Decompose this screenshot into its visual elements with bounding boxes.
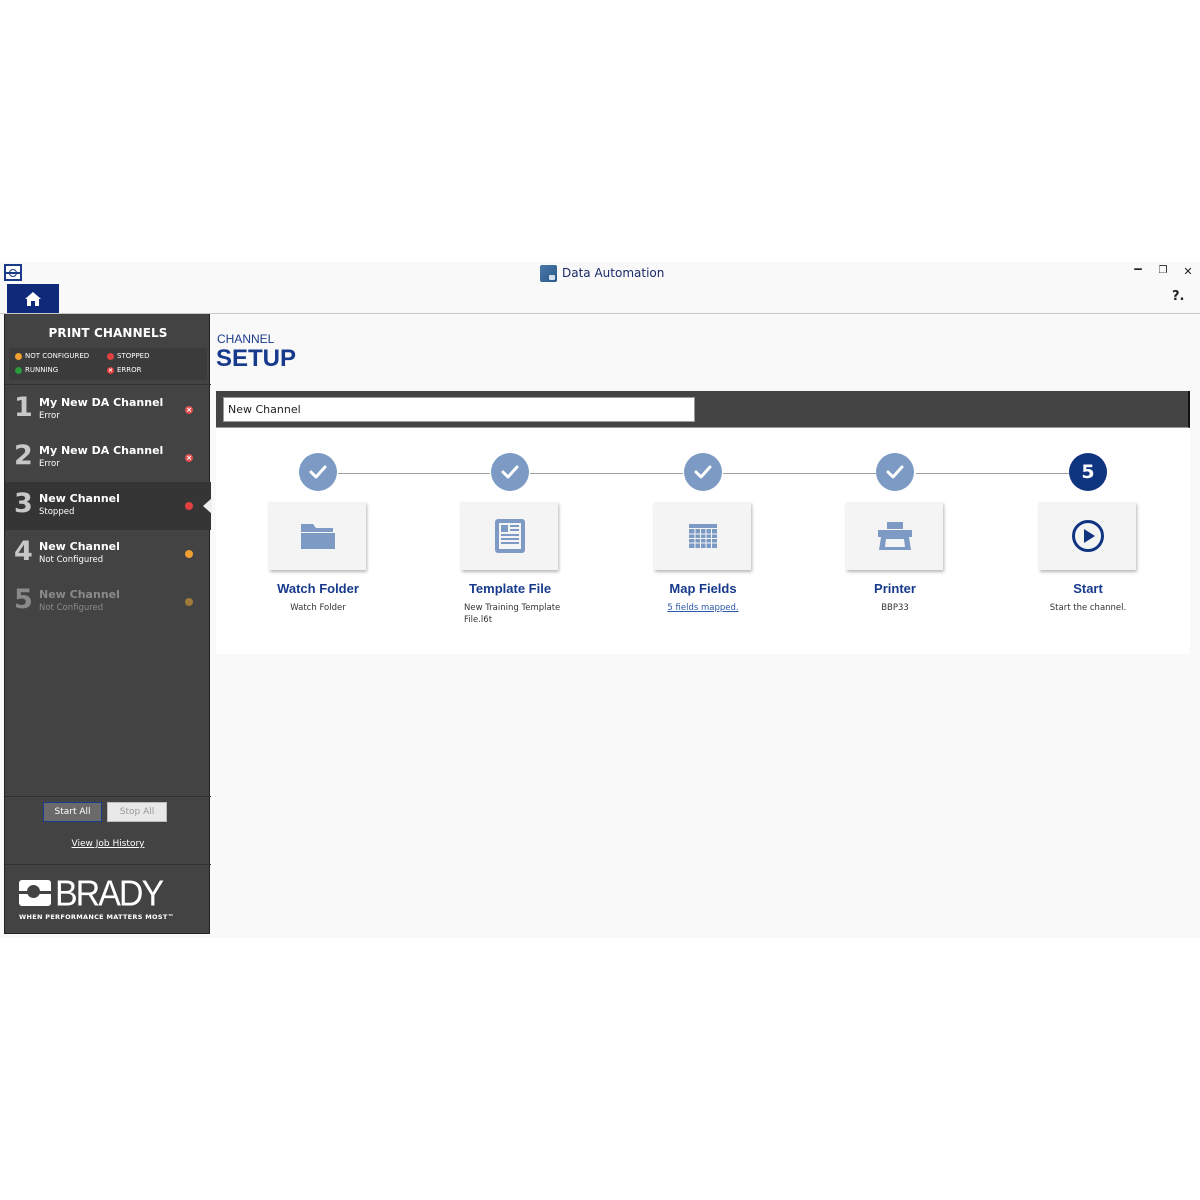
status-legend: NOT CONFIGURED STOPPED RUNNING × ERROR xyxy=(9,348,207,380)
step-description: New Training Template File.l6t xyxy=(464,603,561,625)
channel-number: 5 xyxy=(14,584,33,615)
step-connector xyxy=(723,473,876,474)
step-description: Watch Folder xyxy=(290,603,346,613)
watch-folder-card[interactable] xyxy=(269,502,366,570)
stop-all-button[interactable]: Stop All xyxy=(107,802,167,822)
channel-item-2[interactable]: 2 My New DA Channel Error × xyxy=(5,434,211,482)
channel-status: Error xyxy=(39,411,60,421)
error-x-icon: × xyxy=(185,406,193,414)
legend-label: STOPPED xyxy=(117,352,150,360)
channel-name-input[interactable] xyxy=(223,397,695,422)
legend-running: RUNNING xyxy=(15,366,58,374)
channel-status: Not Configured xyxy=(39,603,104,613)
step-connector xyxy=(916,473,1069,474)
app-window: Data Automation ‒ ❐ ✕ ?. PRINT CHANNELS … xyxy=(0,262,1200,938)
check-icon xyxy=(299,453,337,491)
help-button[interactable]: ?. xyxy=(1172,289,1184,304)
home-button[interactable] xyxy=(7,284,59,314)
table-grid-icon xyxy=(688,524,717,548)
view-job-history-link[interactable]: View Job History xyxy=(5,839,211,849)
folder-icon xyxy=(300,524,335,549)
map-fields-card[interactable] xyxy=(654,502,751,570)
divider xyxy=(5,384,211,385)
restore-button[interactable]: ❐ xyxy=(1155,265,1171,276)
template-file-card[interactable] xyxy=(461,502,558,570)
brady-mark-icon xyxy=(19,880,51,906)
channel-number: 2 xyxy=(14,440,33,471)
legend-label: ERROR xyxy=(117,366,142,374)
check-icon xyxy=(491,453,529,491)
legend-label: RUNNING xyxy=(25,366,59,374)
not-configured-dot-icon xyxy=(185,550,193,558)
print-channels-sidebar: PRINT CHANNELS NOT CONFIGURED STOPPED RU… xyxy=(4,314,212,934)
not-configured-dot-icon xyxy=(185,598,193,606)
channel-name: New Channel xyxy=(39,588,120,601)
legend-error: × ERROR xyxy=(107,366,142,374)
brand-tagline: WHEN PERFORMANCE MATTERS MOST™ xyxy=(19,913,175,921)
channel-actions: Start All Stop All View Job History xyxy=(5,796,211,866)
channel-number: 1 xyxy=(14,392,33,423)
legend-not-configured: NOT CONFIGURED xyxy=(15,352,89,360)
close-button[interactable]: ✕ xyxy=(1180,265,1196,278)
legend-stopped: STOPPED xyxy=(107,352,149,360)
channel-status: Error xyxy=(39,459,60,469)
channel-item-1[interactable]: 1 My New DA Channel Error × xyxy=(5,386,211,434)
home-icon xyxy=(25,292,41,306)
play-circle-icon xyxy=(1071,520,1104,552)
step-number-badge: 5 xyxy=(1069,453,1107,491)
red-dot-icon xyxy=(107,352,114,360)
fields-mapped-link[interactable]: 5 fields mapped. xyxy=(658,603,748,615)
check-icon xyxy=(876,453,914,491)
step-title: Template File xyxy=(468,581,552,596)
step-description: Start the channel. xyxy=(1049,603,1127,613)
step-title: Start xyxy=(1073,581,1103,596)
green-dot-icon xyxy=(15,366,22,374)
selected-pointer-icon xyxy=(203,498,212,514)
error-x-icon: × xyxy=(107,366,114,374)
setup-steps-panel: Watch Folder Watch Folder Template File … xyxy=(216,428,1190,654)
channel-item-4[interactable]: 4 New Channel Not Configured xyxy=(5,530,211,578)
channel-item-3[interactable]: 3 New Channel Stopped xyxy=(5,482,212,530)
brady-logo: BRADY WHEN PERFORMANCE MATTERS MOST™ xyxy=(5,864,211,934)
sidebar-title: PRINT CHANNELS xyxy=(48,326,168,340)
title-bar: Data Automation ‒ ❐ ✕ xyxy=(0,262,1200,284)
printer-icon xyxy=(877,522,912,550)
step-title: Printer xyxy=(874,581,916,596)
channel-number: 3 xyxy=(14,488,33,519)
brand-name: BRADY xyxy=(55,874,164,914)
template-icon xyxy=(494,519,525,553)
start-all-button[interactable]: Start All xyxy=(43,802,102,822)
channel-name: My New DA Channel xyxy=(39,396,164,409)
page-title: SETUP xyxy=(216,345,297,372)
page-subtitle: CHANNEL xyxy=(217,332,275,346)
orange-dot-icon xyxy=(15,352,22,360)
channel-name-bar xyxy=(216,391,1190,428)
minimize-button[interactable]: ‒ xyxy=(1130,262,1146,277)
channel-item-5[interactable]: 5 New Channel Not Configured xyxy=(5,578,211,626)
window-title: Data Automation xyxy=(540,264,664,282)
channel-status: Not Configured xyxy=(39,555,104,565)
channel-name: New Channel xyxy=(39,492,120,505)
printer-card[interactable] xyxy=(846,502,943,570)
data-automation-icon xyxy=(540,264,557,282)
start-card[interactable] xyxy=(1039,502,1136,570)
step-title: Map Fields xyxy=(669,581,737,596)
legend-label: NOT CONFIGURED xyxy=(25,352,90,360)
stopped-dot-icon xyxy=(185,502,193,510)
step-connector xyxy=(338,473,490,474)
error-x-icon: × xyxy=(185,454,193,462)
step-connector xyxy=(530,473,683,474)
step-description: BBP33 xyxy=(881,603,909,613)
window-title-text: Data Automation xyxy=(562,266,665,280)
channel-name: New Channel xyxy=(39,540,120,553)
channel-name: My New DA Channel xyxy=(39,444,164,457)
app-logo-icon xyxy=(4,264,22,281)
check-icon xyxy=(684,453,722,491)
channel-status: Stopped xyxy=(39,507,75,517)
step-title: Watch Folder xyxy=(277,581,359,596)
channel-number: 4 xyxy=(14,536,33,567)
